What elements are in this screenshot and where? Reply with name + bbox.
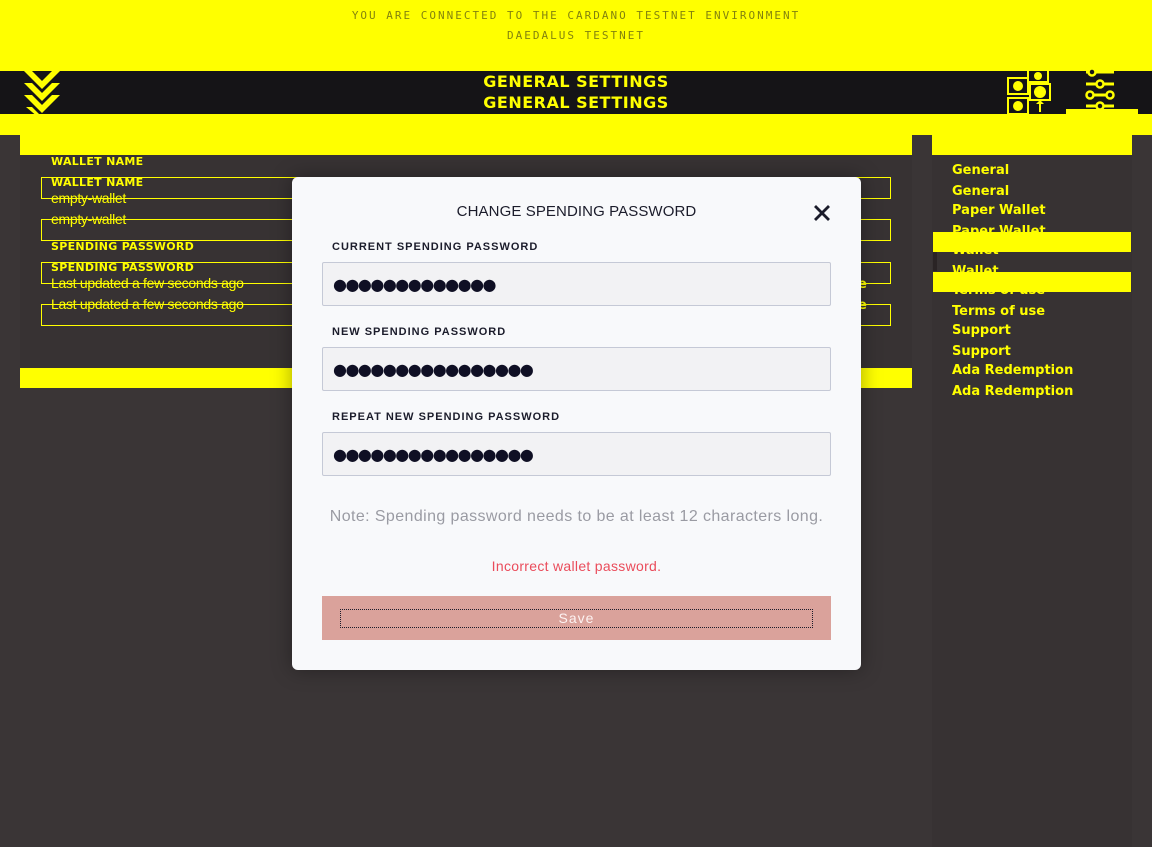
save-button[interactable]: Save	[322, 596, 831, 640]
wallet-name-label-duplicate: WALLET NAME	[51, 176, 144, 189]
sidebar-active-marker	[933, 252, 937, 271]
sidebar-item-terms-of-use[interactable]: Terms of use	[952, 283, 1045, 298]
sidebar-item-ada-redemption[interactable]: Ada Redemption	[952, 363, 1073, 378]
repeat-password-input[interactable]	[333, 444, 830, 464]
sidebar-item-support[interactable]: Support	[952, 344, 1011, 359]
sidebar-item-ada-redemption[interactable]: Ada Redemption	[952, 384, 1073, 399]
current-password-label: CURRENT SPENDING PASSWORD	[332, 241, 539, 253]
close-icon	[814, 204, 830, 226]
save-button-label: Save	[340, 609, 813, 628]
sidebar-item-support[interactable]: Support	[952, 323, 1011, 338]
settings-icon[interactable]	[1084, 67, 1118, 111]
new-password-label: NEW SPENDING PASSWORD	[332, 326, 507, 338]
spending-password-status: Last updated a few seconds ago	[51, 275, 244, 291]
wallet-name-value[interactable]: empty-wallet	[51, 190, 126, 206]
sidebar-item-terms-of-use[interactable]: Terms of use	[952, 304, 1045, 319]
sidebar-item-paper-wallet[interactable]: Paper Wallet	[952, 224, 1046, 239]
dialog-title: CHANGE SPENDING PASSWORD	[456, 203, 697, 220]
sidebar-header-bar	[932, 135, 1132, 155]
banner-line-1: YOU ARE CONNECTED TO THE CARDANO TESTNET…	[351, 9, 801, 22]
wallet-icon[interactable]	[1006, 66, 1054, 122]
new-password-field[interactable]	[322, 347, 831, 391]
top-bar-highlight	[0, 114, 1152, 135]
sidebar-item-paper-wallet[interactable]: Paper Wallet	[952, 203, 1046, 218]
settings-active-indicator	[1066, 109, 1138, 117]
current-password-input[interactable]	[333, 274, 830, 294]
sidebar-item-general[interactable]: General	[952, 163, 1009, 178]
page-title: GENERAL SETTINGS	[483, 72, 669, 91]
change-spending-password-dialog: CHANGE SPENDING PASSWORD CURRENT SPENDIN…	[292, 177, 861, 670]
banner-line-2: DAEDALUS TESTNET	[507, 29, 645, 42]
password-length-note: Note: Spending password needs to be at l…	[329, 508, 824, 525]
testnet-banner: YOU ARE CONNECTED TO THE CARDANO TESTNET…	[0, 0, 1152, 71]
content-header-bar	[20, 135, 912, 155]
spending-password-label-duplicate: SPENDING PASSWORD	[51, 261, 195, 274]
spending-password-status-duplicate: Last updated a few seconds ago	[51, 296, 244, 312]
spending-password-label: SPENDING PASSWORD	[51, 240, 195, 253]
error-message: Incorrect wallet password.	[491, 558, 662, 574]
close-button[interactable]	[810, 203, 834, 227]
repeat-password-field[interactable]	[322, 432, 831, 476]
page-title-duplicate: GENERAL SETTINGS	[483, 93, 669, 112]
sidebar-item-general[interactable]: General	[952, 184, 1009, 199]
repeat-password-label: REPEAT NEW SPENDING PASSWORD	[332, 411, 561, 423]
sidebar-item-wallet[interactable]: Wallet	[952, 264, 999, 279]
current-password-field[interactable]	[322, 262, 831, 306]
wallet-name-value-duplicate[interactable]: empty-wallet	[51, 211, 126, 227]
wallet-name-label: WALLET NAME	[51, 155, 144, 168]
sidebar-item-wallet[interactable]: Wallet	[952, 243, 999, 258]
new-password-input[interactable]	[333, 359, 830, 379]
